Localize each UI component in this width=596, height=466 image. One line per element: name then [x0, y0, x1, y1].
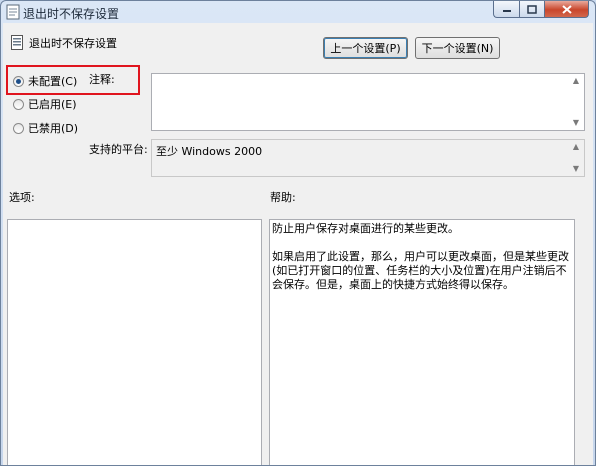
- radio-label-enabled: 已启用(E): [28, 98, 77, 111]
- maximize-button[interactable]: [519, 1, 545, 18]
- help-paragraph: 如果启用了此设置，那么，用户可以更改桌面，但是某些更改(如已打开窗口的位置、任务…: [272, 250, 569, 291]
- window-title: 退出时不保存设置: [23, 7, 120, 21]
- comment-textarea[interactable]: ▲ ▼: [151, 73, 585, 131]
- options-panel[interactable]: [7, 219, 262, 465]
- help-paragraph: 防止用户保存对桌面进行的某些更改。: [272, 222, 459, 235]
- highlight-annotation-box: [6, 65, 140, 95]
- help-panel[interactable]: 防止用户保存对桌面进行的某些更改。 如果启用了此设置，那么，用户可以更改桌面，但…: [269, 219, 575, 465]
- supported-platform-label: 支持的平台:: [89, 143, 148, 156]
- scroll-up-icon[interactable]: ▲: [573, 140, 579, 154]
- policy-name: 退出时不保存设置: [29, 37, 117, 50]
- close-button[interactable]: [545, 1, 589, 18]
- radio-disabled[interactable]: 已禁用(D): [13, 120, 78, 136]
- title-bar[interactable]: 退出时不保存设置: [1, 1, 595, 23]
- help-label: 帮助:: [270, 191, 296, 204]
- scroll-up-icon[interactable]: ▲: [573, 74, 579, 88]
- policy-document-icon: [6, 4, 20, 20]
- policy-setting-icon: [11, 35, 23, 50]
- radio-button[interactable]: [13, 98, 24, 110]
- supported-platform-field: 至少 Windows 2000 ▲ ▼: [151, 139, 585, 177]
- previous-setting-button[interactable]: 上一个设置(P): [323, 37, 408, 59]
- scroll-down-icon[interactable]: ▼: [573, 116, 579, 130]
- radio-button[interactable]: [13, 122, 24, 134]
- minimize-icon: [502, 10, 511, 12]
- platform-scrollbar[interactable]: ▲ ▼: [568, 140, 584, 176]
- comment-label: 注释:: [89, 73, 115, 86]
- radio-enabled[interactable]: 已启用(E): [13, 96, 77, 112]
- policy-settings-window: 退出时不保存设置 退出时不保存设置 上一个设置(P) 下一个设置(N) 未配置(…: [0, 0, 596, 466]
- minimize-button[interactable]: [493, 1, 519, 18]
- radio-label-disabled: 已禁用(D): [28, 122, 79, 135]
- comment-scrollbar[interactable]: ▲ ▼: [568, 74, 584, 130]
- scroll-down-icon[interactable]: ▼: [573, 162, 579, 176]
- options-label: 选项:: [9, 191, 35, 204]
- close-icon: [561, 4, 572, 14]
- help-text: 防止用户保存对桌面进行的某些更改。 如果启用了此设置，那么，用户可以更改桌面，但…: [272, 222, 572, 306]
- dialog-client-area: 退出时不保存设置 上一个设置(P) 下一个设置(N) 未配置(C) 已启用(E)…: [3, 23, 593, 465]
- next-setting-button[interactable]: 下一个设置(N): [415, 37, 500, 59]
- supported-platform-value: 至少 Windows 2000: [156, 145, 263, 158]
- maximize-icon: [527, 4, 537, 14]
